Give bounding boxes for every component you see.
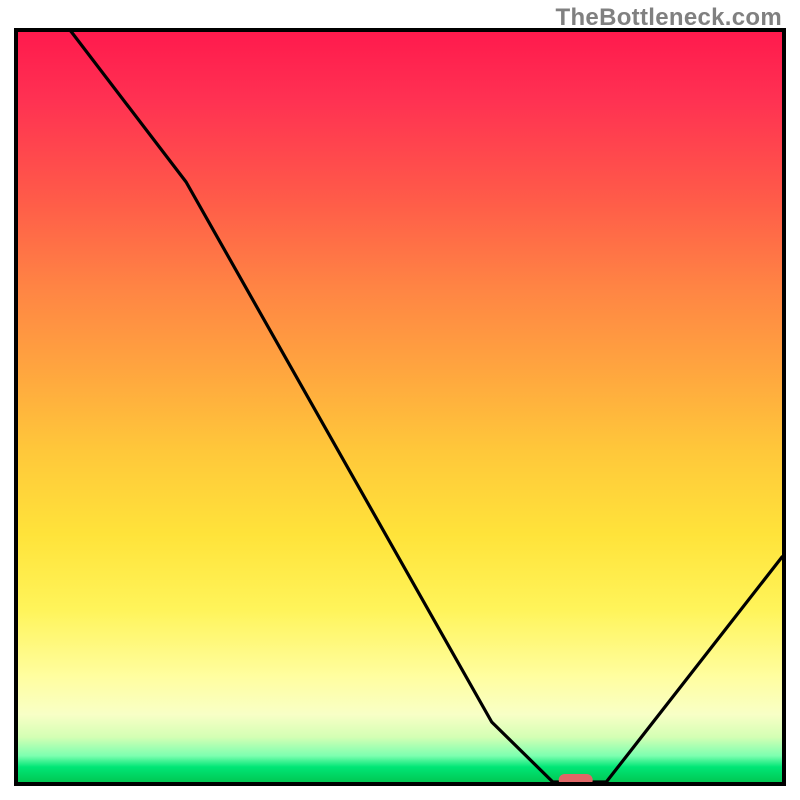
- plot-frame: [14, 28, 786, 786]
- chart-stage: TheBottleneck.com: [0, 0, 800, 800]
- curve-layer: [18, 32, 782, 782]
- optimum-marker: [559, 774, 593, 782]
- bottleneck-curve: [18, 32, 782, 782]
